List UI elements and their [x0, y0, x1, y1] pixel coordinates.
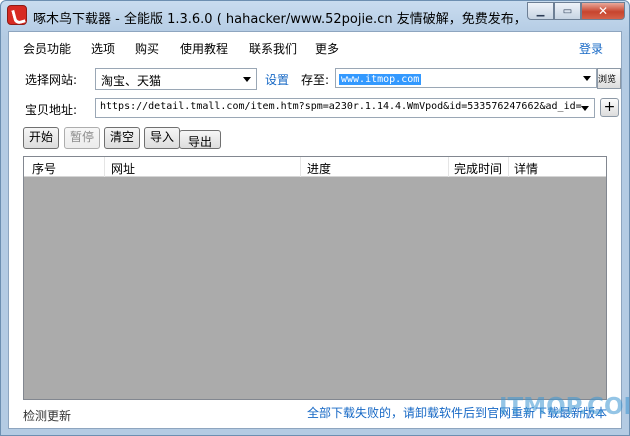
woodpecker-app-icon: [7, 5, 27, 25]
column-divider[interactable]: [300, 157, 301, 177]
close-button[interactable]: ✕: [581, 2, 625, 20]
window-title: 啄木鸟下载器 - 全能版 1.3.6.0 ( hahacker/www.52po…: [33, 12, 518, 27]
menu-bar: 会员功能 选项 购买 使用教程 联系我们 更多 登录: [9, 32, 621, 62]
menu-tutorial[interactable]: 使用教程: [180, 40, 228, 57]
site-select[interactable]: 淘宝、天猫: [95, 68, 257, 90]
item-url-input[interactable]: https://detail.tmall.com/item.htm?spm=a2…: [95, 98, 595, 118]
main-panel: 会员功能 选项 购买 使用教程 联系我们 更多 登录 选择网站: 淘宝、天猫 设…: [8, 31, 629, 429]
menu-more[interactable]: 更多: [315, 40, 339, 57]
dropdown-arrow-icon: [581, 106, 589, 111]
window-controls: ▁ ▭ ✕: [527, 2, 625, 20]
settings-link[interactable]: 设置: [265, 71, 289, 88]
list-header: 序号 网址 进度 完成时间 详情: [24, 157, 606, 177]
pause-button[interactable]: 暂停: [64, 127, 100, 149]
title-bar[interactable]: 啄木鸟下载器 - 全能版 1.3.6.0 ( hahacker/www.52po…: [1, 1, 629, 31]
column-divider[interactable]: [104, 157, 105, 177]
download-list[interactable]: 序号 网址 进度 完成时间 详情: [23, 156, 607, 400]
column-progress[interactable]: 进度: [307, 160, 331, 177]
site-label: 选择网站:: [25, 73, 78, 87]
maximize-button[interactable]: ▭: [554, 2, 581, 20]
menu-buy[interactable]: 购买: [135, 40, 159, 57]
column-url[interactable]: 网址: [111, 160, 135, 177]
import-button[interactable]: 导入: [144, 127, 180, 149]
menu-options[interactable]: 选项: [91, 40, 115, 57]
dropdown-arrow-icon: [243, 77, 251, 82]
column-divider[interactable]: [448, 157, 449, 177]
menu-contact[interactable]: 联系我们: [249, 40, 297, 57]
browse-button[interactable]: 浏览: [597, 68, 621, 89]
save-path-select[interactable]: www.itmop.com: [335, 68, 597, 88]
column-finish-time[interactable]: 完成时间: [454, 160, 502, 177]
site-watermark: ITMOP.COM: [499, 394, 629, 420]
login-link[interactable]: 登录: [579, 40, 603, 57]
export-button[interactable]: 导出: [179, 130, 221, 149]
url-label: 宝贝地址:: [25, 103, 78, 117]
check-update-link[interactable]: 检测更新: [23, 407, 71, 424]
column-divider[interactable]: [508, 157, 509, 177]
dropdown-arrow-icon: [583, 76, 591, 81]
minimize-button[interactable]: ▁: [527, 2, 554, 20]
save-label: 存至:: [301, 73, 330, 87]
app-window: 啄木鸟下载器 - 全能版 1.3.6.0 ( hahacker/www.52po…: [0, 0, 630, 436]
item-url-value: https://detail.tmall.com/item.htm?spm=a2…: [100, 101, 582, 112]
column-details[interactable]: 详情: [514, 160, 538, 177]
column-index[interactable]: 序号: [32, 160, 56, 177]
start-button[interactable]: 开始: [23, 127, 59, 149]
add-url-button[interactable]: +: [600, 98, 619, 117]
save-path-value: www.itmop.com: [339, 74, 422, 85]
menu-member[interactable]: 会员功能: [23, 40, 71, 57]
site-select-value: 淘宝、天猫: [101, 74, 162, 88]
clear-button[interactable]: 清空: [104, 127, 140, 149]
